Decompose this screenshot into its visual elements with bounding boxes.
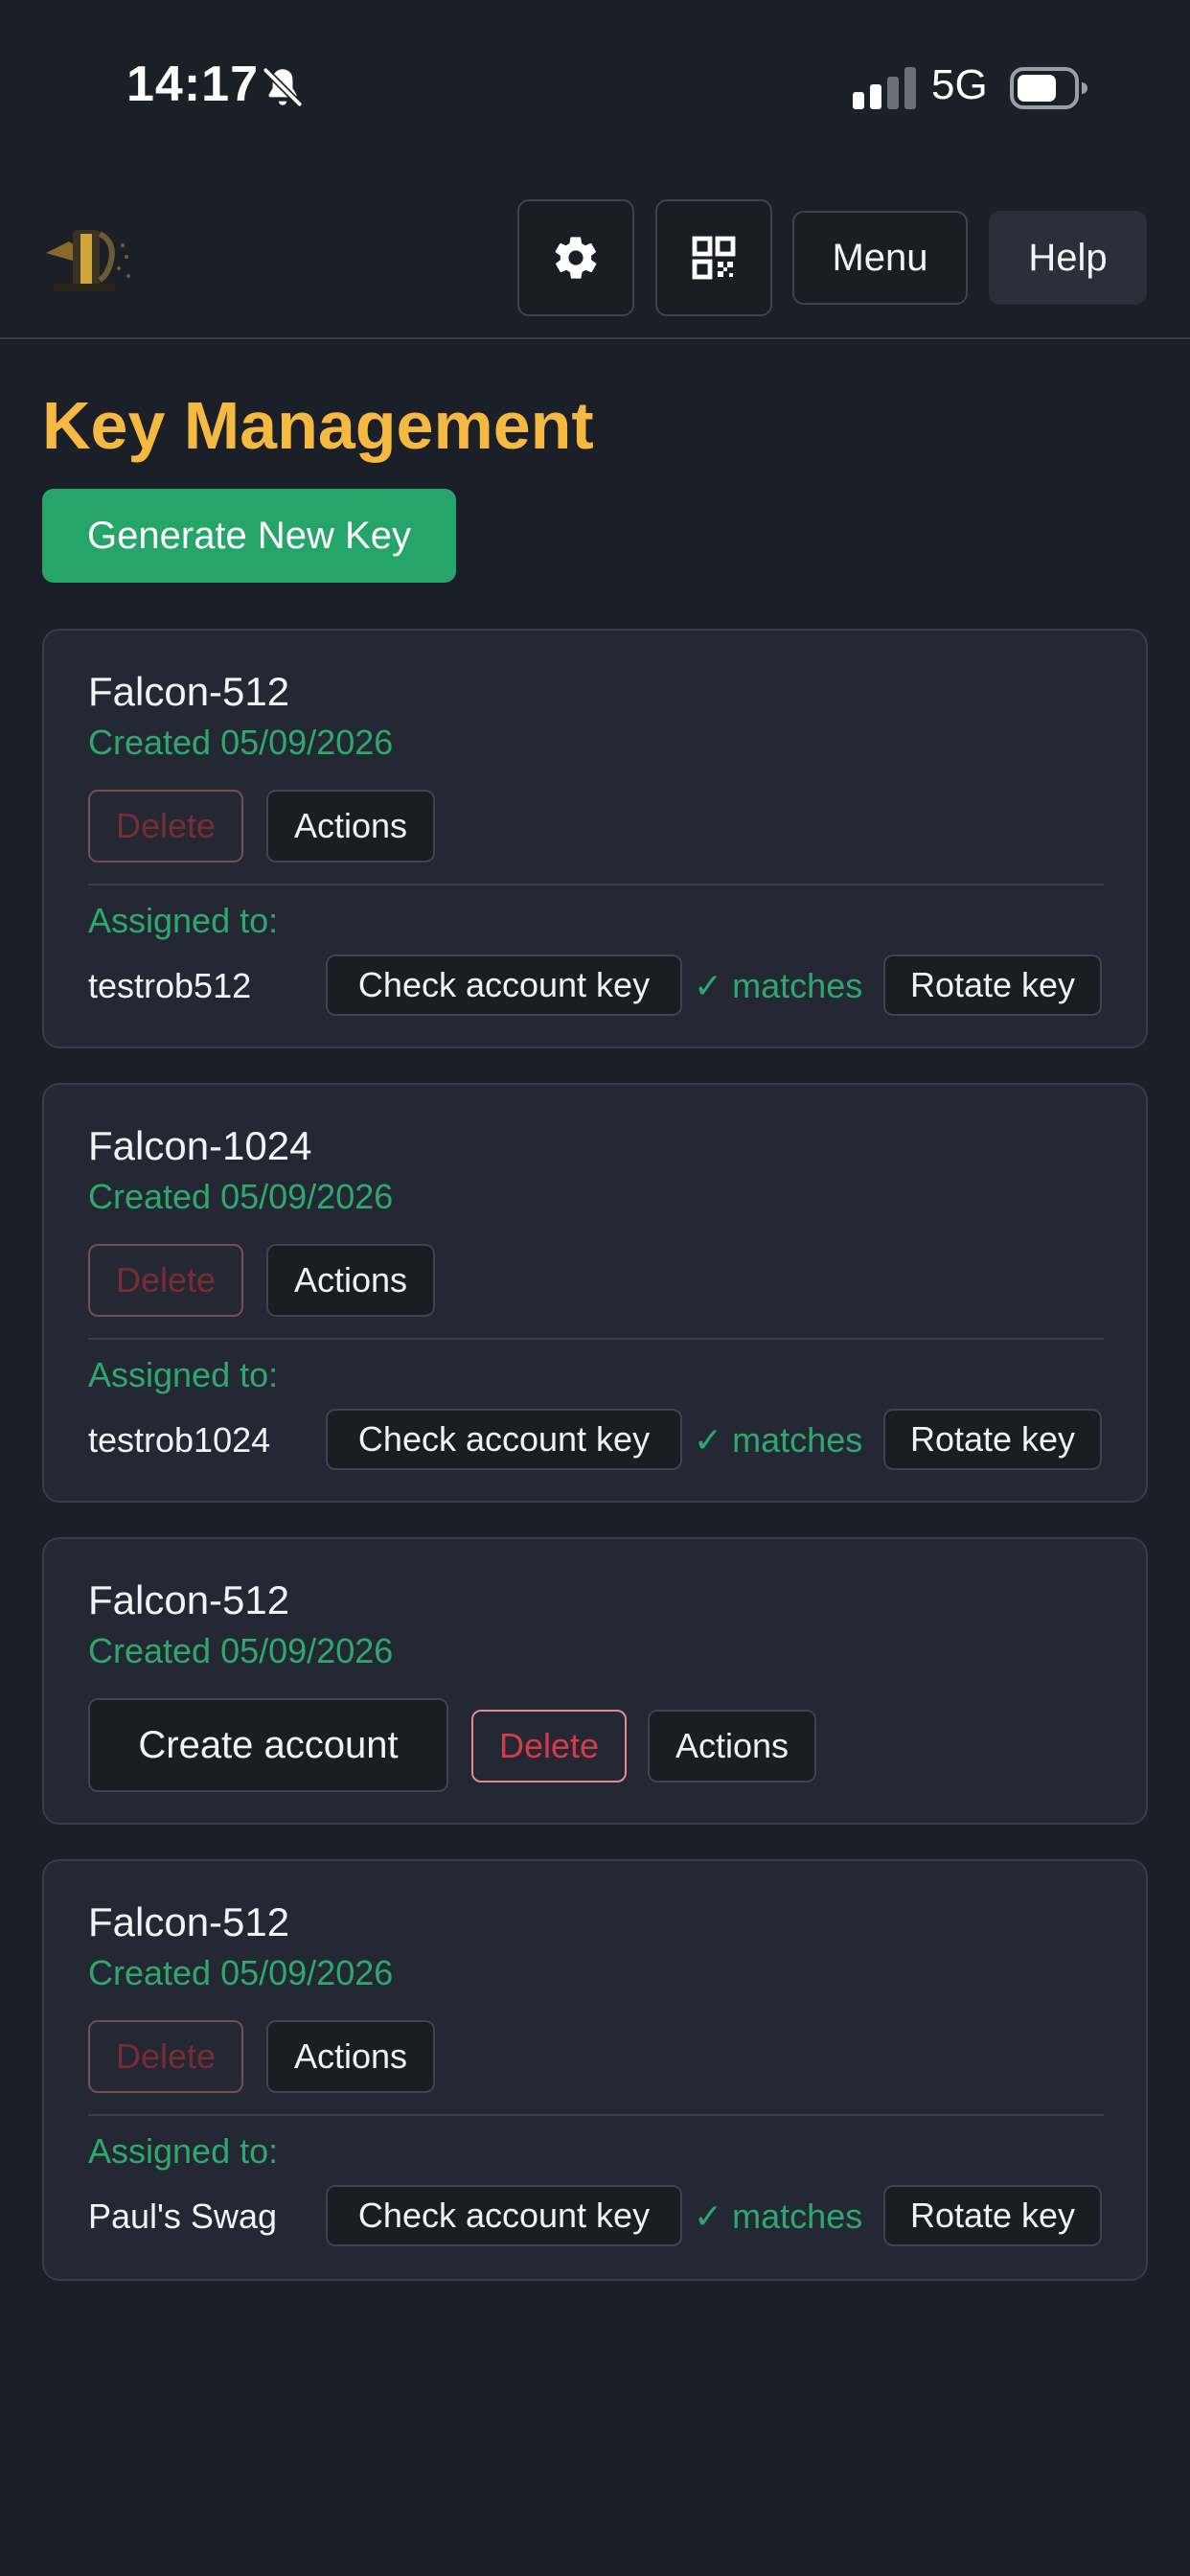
delete-button[interactable]: Delete <box>471 1710 627 1782</box>
delete-button[interactable]: Delete <box>88 790 243 862</box>
create-account-button[interactable]: Create account <box>88 1698 448 1792</box>
actions-button[interactable]: Actions <box>266 790 435 862</box>
qr-code-icon <box>692 236 736 280</box>
key-created-date: Created 05/09/2026 <box>88 1953 394 1992</box>
card-divider <box>88 1338 1104 1340</box>
match-status: ✓ matches <box>694 966 863 1005</box>
key-name: Falcon-512 <box>88 1899 290 1944</box>
actions-button[interactable]: Actions <box>266 1244 435 1317</box>
help-button[interactable]: Help <box>989 211 1147 305</box>
rotate-key-button[interactable]: Rotate key <box>883 954 1102 1016</box>
settings-button[interactable] <box>517 199 634 316</box>
check-account-key-button[interactable]: Check account key <box>326 2185 682 2246</box>
assigned-label: Assigned to: <box>88 1355 279 1394</box>
signal-icon <box>853 67 916 109</box>
assigned-label: Assigned to: <box>88 901 279 940</box>
qr-code-button[interactable] <box>655 199 772 316</box>
battery-icon <box>1010 67 1087 109</box>
generate-new-key-button[interactable]: Generate New Key <box>42 489 456 583</box>
match-status: ✓ matches <box>694 2196 863 2236</box>
key-card: Falcon-512 Created 05/09/2026 Delete Act… <box>42 629 1148 1048</box>
assigned-label: Assigned to: <box>88 2131 279 2171</box>
actions-button[interactable]: Actions <box>266 2020 435 2093</box>
account-name: testrob1024 <box>88 1420 271 1460</box>
account-name: Paul's Swag <box>88 2196 277 2236</box>
actions-button[interactable]: Actions <box>648 1710 816 1782</box>
app-header: Menu Help <box>0 192 1190 339</box>
key-created-date: Created 05/09/2026 <box>88 1177 394 1216</box>
menu-button[interactable]: Menu <box>792 211 968 305</box>
key-card: Falcon-512 Created 05/09/2026 Delete Act… <box>42 1859 1148 2281</box>
delete-button[interactable]: Delete <box>88 1244 243 1317</box>
card-divider <box>88 2114 1104 2116</box>
status-bar: 14:17 5G <box>0 0 1190 172</box>
network-label: 5G <box>931 61 988 108</box>
key-card: Falcon-512 Created 05/09/2026 Create acc… <box>42 1537 1148 1825</box>
key-name: Falcon-512 <box>88 1577 290 1622</box>
rotate-key-button[interactable]: Rotate key <box>883 2185 1102 2246</box>
app-logo-icon[interactable] <box>42 222 138 295</box>
page-title: Key Management <box>42 388 594 463</box>
check-account-key-button[interactable]: Check account key <box>326 1409 682 1470</box>
delete-button[interactable]: Delete <box>88 2020 243 2093</box>
rotate-key-button[interactable]: Rotate key <box>883 1409 1102 1470</box>
account-name: testrob512 <box>88 966 252 1005</box>
key-name: Falcon-1024 <box>88 1123 312 1168</box>
key-created-date: Created 05/09/2026 <box>88 1631 394 1670</box>
status-time: 14:17 <box>126 57 259 112</box>
key-card: Falcon-1024 Created 05/09/2026 Delete Ac… <box>42 1083 1148 1503</box>
match-status: ✓ matches <box>694 1420 863 1460</box>
gear-icon <box>555 237 597 279</box>
bell-slash-icon <box>262 66 304 108</box>
key-created-date: Created 05/09/2026 <box>88 723 394 762</box>
card-divider <box>88 884 1104 886</box>
key-name: Falcon-512 <box>88 669 290 714</box>
check-account-key-button[interactable]: Check account key <box>326 954 682 1016</box>
